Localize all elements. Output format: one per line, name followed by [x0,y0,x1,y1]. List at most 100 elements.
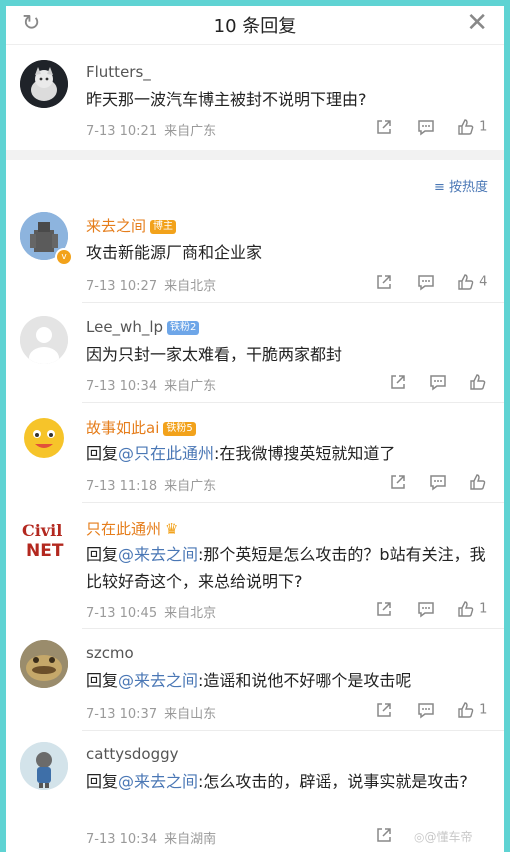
timestamp: 7-13 10:34 [86,379,158,394]
reply-meta: 7-13 10:37 来自山东 [86,703,223,722]
reply-text: 回复@只在此通州:在我微博搜英短就知道了 [86,440,486,467]
divider [82,730,504,731]
like-button[interactable] [469,473,487,491]
reply-meta: 7-13 10:34 来自广东 [86,375,223,394]
username-text: Lee_wh_lp [86,318,164,336]
post-text: 昨天那一波汽车博主被封不说明下理由? [86,90,367,109]
username-text: 只在此通州 [86,520,162,538]
share-icon[interactable] [375,826,393,848]
like-button[interactable] [469,373,487,391]
share-icon[interactable] [375,118,393,140]
username[interactable]: Lee_wh_lp 铁粉2 [86,318,200,336]
location: 来自广东 [164,379,217,394]
username[interactable]: 只在此通州 ♛ [86,518,178,539]
reply-content: :造谣和说他不好哪个是攻击呢 [198,671,412,690]
divider [82,628,504,629]
reply-content: :怎么攻击的，辟谣，说事实就是攻击? [198,772,468,791]
reply-text: 回复@来去之间:造谣和说他不好哪个是攻击呢 [86,667,486,694]
post-meta: 7-13 10:21 来自广东 [86,120,223,139]
watermark-text: @懂车帝 [424,830,473,844]
sort-button[interactable]: ≡ 按热度 [434,176,488,195]
timestamp: 7-13 10:21 [86,124,158,139]
reply-meta: 7-13 10:34 来自湖南 [86,828,223,847]
thumbs-up-icon [458,274,474,290]
share-icon[interactable] [389,373,407,395]
like-button[interactable]: 1 [457,118,487,136]
avatar[interactable] [20,640,68,688]
share-icon[interactable] [389,473,407,495]
mention-link[interactable]: @来去之间 [118,671,198,690]
avatar[interactable] [20,742,68,790]
location: 来自北京 [164,606,217,621]
avatar[interactable]: Civil NET [20,516,68,564]
timestamp: 7-13 11:18 [86,479,158,494]
comment-icon[interactable] [417,701,435,723]
username[interactable]: cattysdoggy [86,745,179,763]
reply-content: :在我微博搜英短就知道了 [214,444,396,463]
divider [82,302,504,303]
like-count: 1 [479,601,488,617]
watermark: ◎@懂车帝 [414,828,473,845]
reply-text: 回复@来去之间:那个英短是怎么攻击的？b站有关注，我比较好奇这个，来总给说明下? [86,541,486,595]
username-text: 来去之间 [86,217,147,235]
reply-prefix: 回复 [86,545,119,564]
like-count: 4 [479,274,488,290]
timestamp: 7-13 10:34 [86,832,158,847]
status-badge: 铁粉5 [163,422,196,436]
mention-link[interactable]: @只在此通州 [118,444,214,463]
reply-text: 因为只封一家太难看，干脆两家都封 [86,345,343,364]
thumbs-up-icon [458,702,474,718]
comment-icon[interactable] [429,473,447,495]
username[interactable]: Flutters_ [86,63,151,81]
avatar[interactable] [20,60,68,108]
section-divider [6,150,504,160]
divider [82,402,504,403]
thumbs-up-icon [458,119,474,135]
location: 来自山东 [164,707,217,722]
avatar[interactable] [20,414,68,462]
reply-text: 回复@来去之间:怎么攻击的，辟谣，说事实就是攻击? [86,768,486,795]
timestamp: 7-13 10:37 [86,707,158,722]
crown-icon: ♛ [165,520,179,538]
location: 来自北京 [164,279,217,294]
thumbs-up-icon [470,474,486,490]
like-button[interactable]: 1 [457,701,487,719]
share-icon[interactable] [375,600,393,622]
avatar-label: Civil [22,521,62,540]
share-icon[interactable] [375,273,393,295]
timestamp: 7-13 10:27 [86,279,158,294]
status-badge: 铁粉2 [167,321,200,335]
camera-icon: ◎ [414,830,425,844]
like-count: 1 [479,119,488,135]
like-button[interactable]: 4 [457,273,487,291]
like-count: 1 [479,702,488,718]
status-badge: 博主 [150,220,177,234]
sort-icon: ≡ [433,180,445,195]
timestamp: 7-13 10:45 [86,606,158,621]
reply-meta: 7-13 10:27 来自北京 [86,275,223,294]
avatar[interactable] [20,316,68,364]
reply-prefix: 回复 [86,671,119,690]
verified-icon: v [55,248,73,266]
reply-prefix: 回复 [86,444,119,463]
username[interactable]: szcmo [86,644,134,662]
comment-icon[interactable] [429,373,447,395]
like-button[interactable]: 1 [457,600,487,618]
thumbs-up-icon [458,601,474,617]
location: 来自湖南 [164,832,217,847]
mention-link[interactable]: @来去之间 [118,545,198,564]
close-icon[interactable]: ✕ [466,10,488,36]
page-title: 10 条回复 [213,16,297,37]
share-icon[interactable] [375,701,393,723]
username[interactable]: 来去之间 博主 [86,215,177,236]
username[interactable]: 故事如此ai 铁粉5 [86,417,196,438]
reply-header: ↻ 10 条回复 ✕ [6,6,504,45]
reply-meta: 7-13 11:18 来自广东 [86,475,223,494]
comment-icon[interactable] [417,273,435,295]
reply-panel: ↻ 10 条回复 ✕ Flutters_ 昨天那一波汽车博主被封不说明下理由? … [6,6,504,852]
comment-icon[interactable] [417,600,435,622]
divider [82,502,504,503]
comment-icon[interactable] [417,118,435,140]
avatar-label: NET [26,541,64,561]
mention-link[interactable]: @来去之间 [118,772,198,791]
